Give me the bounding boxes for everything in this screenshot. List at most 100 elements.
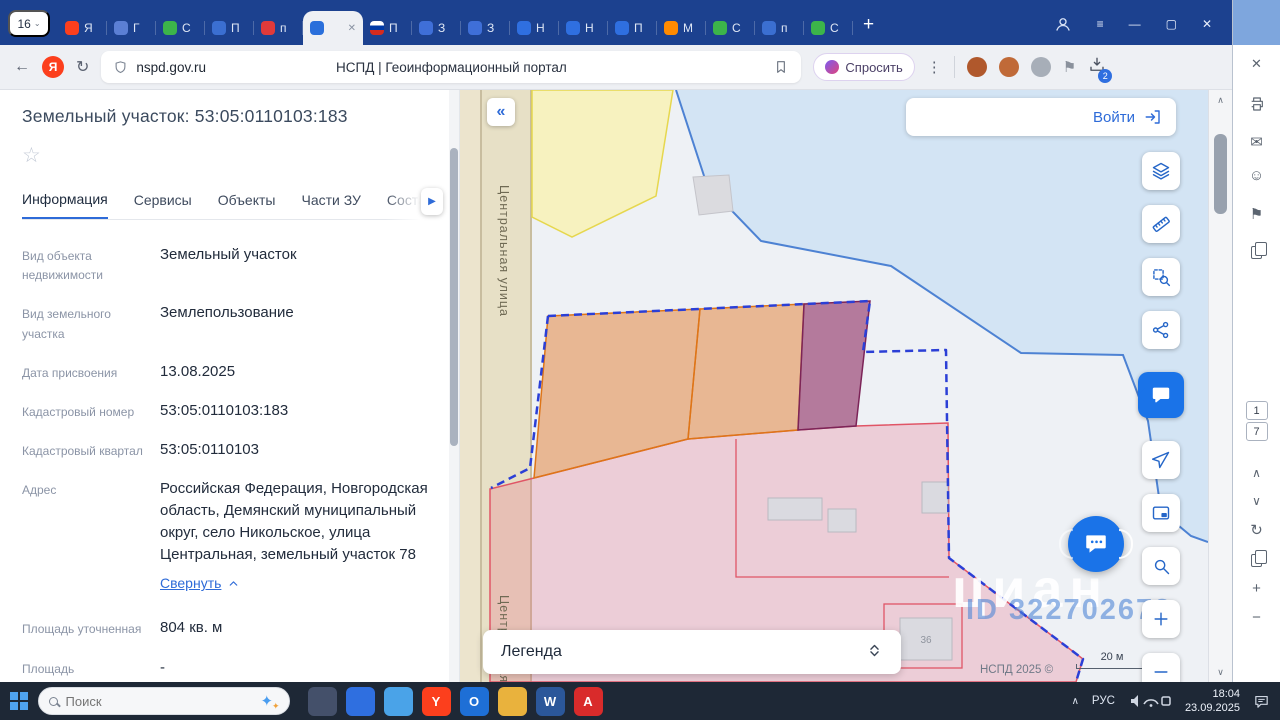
more-options-icon[interactable]: ⋮ <box>927 58 942 76</box>
ask-assistant-button[interactable]: Спросить <box>813 53 915 81</box>
browser-menu-icon[interactable]: ≡ <box>1097 17 1104 31</box>
browser-tab[interactable]: П ✕ <box>608 11 657 45</box>
feedback-tool-button-active[interactable] <box>1138 372 1184 418</box>
panel-scrollbar[interactable] <box>449 90 459 682</box>
browser-tab[interactable]: С ✕ <box>706 11 755 45</box>
taskbar-clock[interactable]: 18:04 23.09.2025 <box>1185 687 1240 716</box>
zoom-in-icon[interactable]: + <box>1252 581 1261 596</box>
close-icon[interactable]: ✕ <box>1251 57 1262 70</box>
taskbar-app-icon[interactable] <box>345 686 375 716</box>
share-button[interactable] <box>1142 311 1180 349</box>
mini-map-button[interactable] <box>1142 494 1180 532</box>
scrollbar-down-icon[interactable]: ∨ <box>1209 662 1232 682</box>
extension-icon-3[interactable] <box>1030 57 1051 77</box>
browser-tab[interactable]: З ✕ <box>412 11 461 45</box>
rotate-icon[interactable]: ↻ <box>1250 523 1263 538</box>
bookmark-icon[interactable] <box>773 59 789 75</box>
favorite-star-icon[interactable]: ☆ <box>22 143 41 168</box>
browser-tab[interactable]: п ✕ <box>254 11 303 45</box>
taskbar-app-icon[interactable]: O <box>459 686 489 716</box>
area-search-button[interactable] <box>1142 258 1180 296</box>
browser-tab[interactable]: С ✕ <box>804 11 853 45</box>
taskbar-search[interactable]: ✦✦ <box>37 687 290 715</box>
page-scrollbar[interactable]: ∧ ∨ <box>1208 90 1232 682</box>
layers-button[interactable] <box>1142 152 1180 190</box>
search-input[interactable] <box>65 693 253 709</box>
collapse-panel-button[interactable]: « <box>487 98 515 126</box>
zoom-out-icon[interactable]: − <box>1252 610 1261 625</box>
browser-tab[interactable]: З ✕ <box>461 11 510 45</box>
parcel-orange-right[interactable] <box>687 303 805 440</box>
browser-tab[interactable]: Я ✕ <box>58 11 107 45</box>
browser-tab[interactable]: Н ✕ <box>510 11 559 45</box>
page-total-box[interactable]: 7 <box>1245 422 1268 441</box>
support-chat-fab[interactable] <box>1059 516 1133 572</box>
copilot-sparkle-icon[interactable]: ✦ ✦ <box>261 692 280 711</box>
scrollbar-thumb[interactable] <box>1214 134 1227 214</box>
show-hidden-icons-chevron[interactable]: ∧ <box>1072 696 1079 707</box>
panel-tab[interactable]: Сервисы <box>134 184 192 219</box>
downloads-button[interactable]: 2 <box>1088 56 1113 83</box>
flag-extension-icon[interactable]: ⚑ <box>1063 58 1076 76</box>
profile-avatar-icon[interactable] <box>1054 15 1072 33</box>
window-maximize-button[interactable]: ▢ <box>1166 17 1177 31</box>
scrollbar-up-icon[interactable]: ∧ <box>1209 90 1232 110</box>
page-up-icon[interactable]: ∧ <box>1252 467 1261 479</box>
map-area[interactable]: 36 Центральная улица Центральная улица ц… <box>460 90 1208 682</box>
login-button[interactable]: Войти <box>906 98 1176 136</box>
taskbar-app-icon[interactable] <box>383 686 413 716</box>
language-indicator[interactable]: РУС <box>1092 695 1115 707</box>
legend-bar[interactable]: Легенда <box>483 630 901 674</box>
zoom-search-button[interactable] <box>1142 547 1180 585</box>
zoom-in-button[interactable] <box>1142 600 1180 638</box>
yandex-home-icon[interactable]: Я <box>42 56 64 78</box>
start-button[interactable] <box>10 692 28 710</box>
measure-button[interactable] <box>1142 205 1180 243</box>
browser-tab[interactable]: Н ✕ <box>559 11 608 45</box>
copy-icon[interactable] <box>1251 242 1267 259</box>
address-field[interactable]: nspd.gov.ru НСПД | Геоинформационный пор… <box>101 51 802 83</box>
tab-counter-button[interactable]: 16 ⌄ <box>8 10 50 37</box>
taskbar-app-icon[interactable] <box>307 686 337 716</box>
browser-tab[interactable]: п ✕ <box>755 11 804 45</box>
bookmark-flag-icon[interactable]: ⚑ <box>1250 207 1263 222</box>
taskbar-app-icon[interactable]: A <box>573 686 603 716</box>
site-security-shield-icon[interactable] <box>113 60 128 75</box>
reload-button[interactable]: ↻ <box>76 57 89 77</box>
zoom-out-button[interactable] <box>1142 653 1180 682</box>
system-tray-icons[interactable] <box>1128 693 1172 709</box>
page-current-box[interactable]: 1 <box>1245 401 1268 420</box>
locate-button[interactable] <box>1142 441 1180 479</box>
new-tab-button[interactable]: + <box>863 15 874 34</box>
browser-tab[interactable]: М ✕ <box>657 11 706 45</box>
panel-tab[interactable]: Части ЗУ <box>301 184 360 219</box>
background-window-titlebar[interactable] <box>1233 0 1280 45</box>
legend-expand-icon[interactable] <box>866 642 883 662</box>
panel-tab[interactable]: Объекты <box>218 184 276 219</box>
window-close-button[interactable]: ✕ <box>1202 17 1212 31</box>
browser-tab[interactable]: С ✕ <box>156 11 205 45</box>
smiley-icon[interactable]: ☺ <box>1249 168 1264 183</box>
print-icon[interactable] <box>1249 96 1265 115</box>
panel-scrollbar-thumb[interactable] <box>450 148 458 446</box>
browser-tab[interactable]: П ✕ <box>205 11 254 45</box>
taskbar-app-icon[interactable]: W <box>535 686 565 716</box>
taskbar-app-icon[interactable]: Y <box>421 686 451 716</box>
copy-page-icon[interactable] <box>1251 550 1267 567</box>
browser-tab[interactable]: Г ✕ <box>107 11 156 45</box>
tab-close-icon[interactable]: ✕ <box>348 23 356 34</box>
browser-tab[interactable]: ✕ <box>303 11 363 45</box>
extension-icon-1[interactable] <box>966 57 987 77</box>
browser-tab[interactable]: П ✕ <box>363 11 412 45</box>
background-window-strip[interactable]: ✕ ✉ ☺ ⚑ 1 7 ∧ ∨ ↻ + − <box>1232 0 1280 682</box>
page-down-icon[interactable]: ∨ <box>1252 495 1261 507</box>
panel-tab[interactable]: Информация <box>22 184 108 219</box>
window-minimize-button[interactable]: — <box>1129 17 1141 31</box>
tabs-scroll-right-button[interactable]: ▶ <box>421 188 443 215</box>
notification-center-icon[interactable] <box>1253 693 1270 710</box>
mail-icon[interactable]: ✉ <box>1250 135 1263 150</box>
extension-icon-2[interactable] <box>998 57 1019 77</box>
taskbar-app-icon[interactable] <box>497 686 527 716</box>
back-button[interactable]: ← <box>14 58 30 76</box>
collapse-address-link[interactable]: Свернуть <box>160 575 240 591</box>
